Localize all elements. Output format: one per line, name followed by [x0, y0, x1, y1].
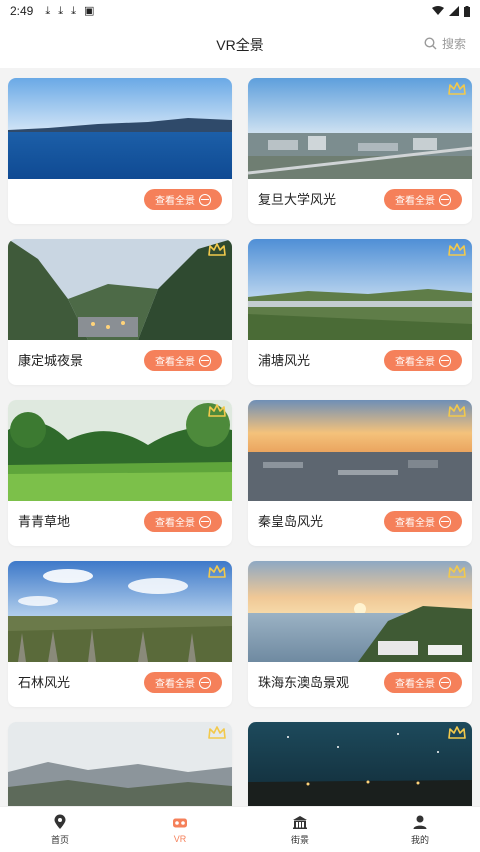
panorama-title: 康定城夜景: [18, 353, 84, 368]
image-icon: ▣: [83, 4, 95, 17]
panorama-icon: [439, 193, 451, 206]
vr-headset-icon: [173, 818, 187, 828]
view-panorama-button[interactable]: 查看全景: [384, 350, 462, 371]
panorama-title: 复旦大学风光: [258, 192, 337, 207]
status-bar: 2:49 ⤓ ⤓ ⤓ ▣: [0, 0, 480, 22]
panorama-icon: [199, 354, 211, 367]
crown-icon: [448, 726, 466, 739]
view-panorama-button[interactable]: 查看全景: [384, 189, 462, 210]
download-icon: ⤓: [45, 4, 51, 17]
panorama-card[interactable]: [248, 722, 472, 806]
tab-label: VR: [173, 834, 187, 844]
tab-label: 首页: [50, 834, 69, 845]
person-icon: [413, 815, 427, 829]
tab-vr[interactable]: VR: [120, 807, 240, 852]
tab-label: 街景: [290, 834, 309, 845]
panorama-grid: 查看全景 复旦大学风光 查看全景 康定城夜景 查看全景 浦塘风光 查看全景 青青…: [0, 68, 480, 806]
crown-icon: [208, 726, 226, 739]
panorama-card[interactable]: 石林风光 查看全景: [8, 561, 232, 707]
panorama-thumbnail: [248, 78, 472, 179]
notification-icons: ⤓ ⤓ ⤓ ▣: [45, 4, 95, 17]
tab-street-view[interactable]: 街景: [240, 807, 360, 852]
view-panorama-button[interactable]: 查看全景: [384, 511, 462, 532]
panorama-title: 秦皇岛风光: [258, 514, 324, 529]
download-icon: ⤓: [71, 4, 76, 17]
status-time: 2:49: [10, 4, 34, 18]
bottom-tab-bar: 首页 VR 街景 我的: [0, 806, 480, 852]
panorama-card[interactable]: 复旦大学风光 查看全景: [248, 78, 472, 224]
panorama-icon: [439, 515, 451, 528]
panorama-icon: [439, 676, 451, 689]
panorama-title: 珠海东澳岛景观: [258, 675, 350, 690]
system-icons: [432, 5, 470, 17]
search-button[interactable]: 搜索: [424, 35, 466, 52]
search-icon: [424, 37, 437, 50]
tab-profile[interactable]: 我的: [360, 807, 480, 852]
battery-icon: [464, 5, 470, 17]
panorama-icon: [439, 354, 451, 367]
app-header: VR全景 搜索: [0, 22, 480, 68]
crown-icon: [448, 82, 466, 95]
signal-icon: [449, 6, 459, 16]
panorama-title: 青青草地: [18, 514, 71, 529]
view-panorama-button[interactable]: 查看全景: [384, 672, 462, 693]
panorama-card[interactable]: 浦塘风光 查看全景: [248, 239, 472, 385]
location-pin-icon: [54, 814, 66, 829]
crown-icon: [448, 404, 466, 417]
panorama-thumbnail: [8, 722, 232, 806]
building-icon: [293, 815, 307, 829]
panorama-card[interactable]: [8, 722, 232, 806]
panorama-card[interactable]: 查看全景: [8, 78, 232, 224]
tab-home[interactable]: 首页: [0, 807, 120, 852]
wifi-icon: [432, 6, 444, 15]
page-title: VR全景: [216, 37, 264, 53]
panorama-thumbnail: [8, 561, 232, 662]
panorama-icon: [199, 193, 211, 206]
panorama-card[interactable]: 秦皇岛风光 查看全景: [248, 400, 472, 546]
panorama-title: 石林风光: [18, 675, 71, 690]
panorama-thumbnail: [8, 78, 232, 179]
panorama-thumbnail: [248, 239, 472, 340]
crown-icon: [208, 243, 226, 256]
panorama-card[interactable]: 康定城夜景 查看全景: [8, 239, 232, 385]
panorama-thumbnail: [248, 400, 472, 501]
panorama-card[interactable]: 青青草地 查看全景: [8, 400, 232, 546]
view-panorama-button[interactable]: 查看全景: [144, 350, 222, 371]
panorama-thumbnail: [248, 722, 472, 806]
crown-icon: [208, 565, 226, 578]
search-label: 搜索: [441, 37, 466, 51]
panorama-icon: [199, 515, 211, 528]
panorama-title: 浦塘风光: [258, 353, 311, 368]
crown-icon: [448, 565, 466, 578]
panorama-card[interactable]: 珠海东澳岛景观 查看全景: [248, 561, 472, 707]
view-panorama-button[interactable]: 查看全景: [144, 672, 222, 693]
tab-label: 我的: [410, 834, 429, 845]
view-panorama-button[interactable]: 查看全景: [144, 511, 222, 532]
download-icon: ⤓: [58, 4, 64, 17]
crown-icon: [208, 404, 226, 417]
view-panorama-button[interactable]: 查看全景: [144, 189, 222, 210]
crown-icon: [448, 243, 466, 256]
panorama-thumbnail: [248, 561, 472, 662]
panorama-thumbnail: [8, 400, 232, 501]
panorama-thumbnail: [8, 239, 232, 340]
panorama-icon: [199, 676, 211, 689]
